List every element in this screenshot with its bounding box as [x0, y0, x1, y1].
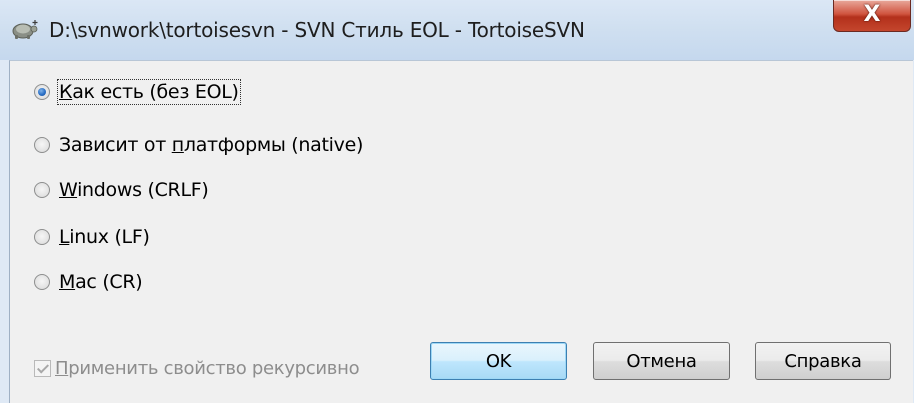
- recursive-checkbox-label: Применить свойство рекурсивно: [55, 357, 360, 379]
- radio-button[interactable]: [34, 137, 50, 153]
- radio-button[interactable]: [34, 274, 50, 290]
- title-bar[interactable]: D:\svnwork\tortoisesvn - SVN Стиль EOL -…: [0, 0, 914, 60]
- radio-option-mac[interactable]: Mac (CR): [34, 269, 143, 295]
- radio-button[interactable]: [34, 229, 50, 245]
- close-icon: X: [863, 1, 881, 27]
- radio-option-as-is[interactable]: Как есть (без EOL): [34, 79, 241, 105]
- dialog-window: D:\svnwork\tortoisesvn - SVN Стиль EOL -…: [0, 0, 914, 403]
- radio-option-native[interactable]: Зависит от платформы (native): [34, 132, 363, 158]
- radio-label-as-is: Как есть (без EOL): [57, 79, 241, 105]
- radio-label-mac: Mac (CR): [59, 271, 143, 293]
- cancel-button[interactable]: Отмена: [593, 342, 730, 380]
- tortoise-icon: [10, 16, 40, 42]
- radio-label-linux: Linux (LF): [59, 226, 150, 248]
- radio-label-native: Зависит от платформы (native): [59, 134, 364, 156]
- radio-label-windows: Windows (CRLF): [59, 179, 209, 201]
- radio-option-linux[interactable]: Linux (LF): [34, 224, 150, 250]
- radio-button-checked[interactable]: [34, 84, 50, 100]
- radio-button[interactable]: [34, 182, 50, 198]
- window-title: D:\svnwork\tortoisesvn - SVN Стиль EOL -…: [49, 18, 585, 42]
- close-button[interactable]: X: [833, 0, 911, 32]
- ok-button[interactable]: OK: [430, 342, 567, 380]
- radio-option-windows[interactable]: Windows (CRLF): [34, 177, 209, 203]
- recursive-checkbox: [34, 359, 51, 377]
- dialog-client-area: Как есть (без EOL) Зависит от платформы …: [9, 60, 913, 403]
- recursive-checkbox-row: Применить свойство рекурсивно: [34, 355, 360, 381]
- help-button[interactable]: Справка: [755, 342, 891, 380]
